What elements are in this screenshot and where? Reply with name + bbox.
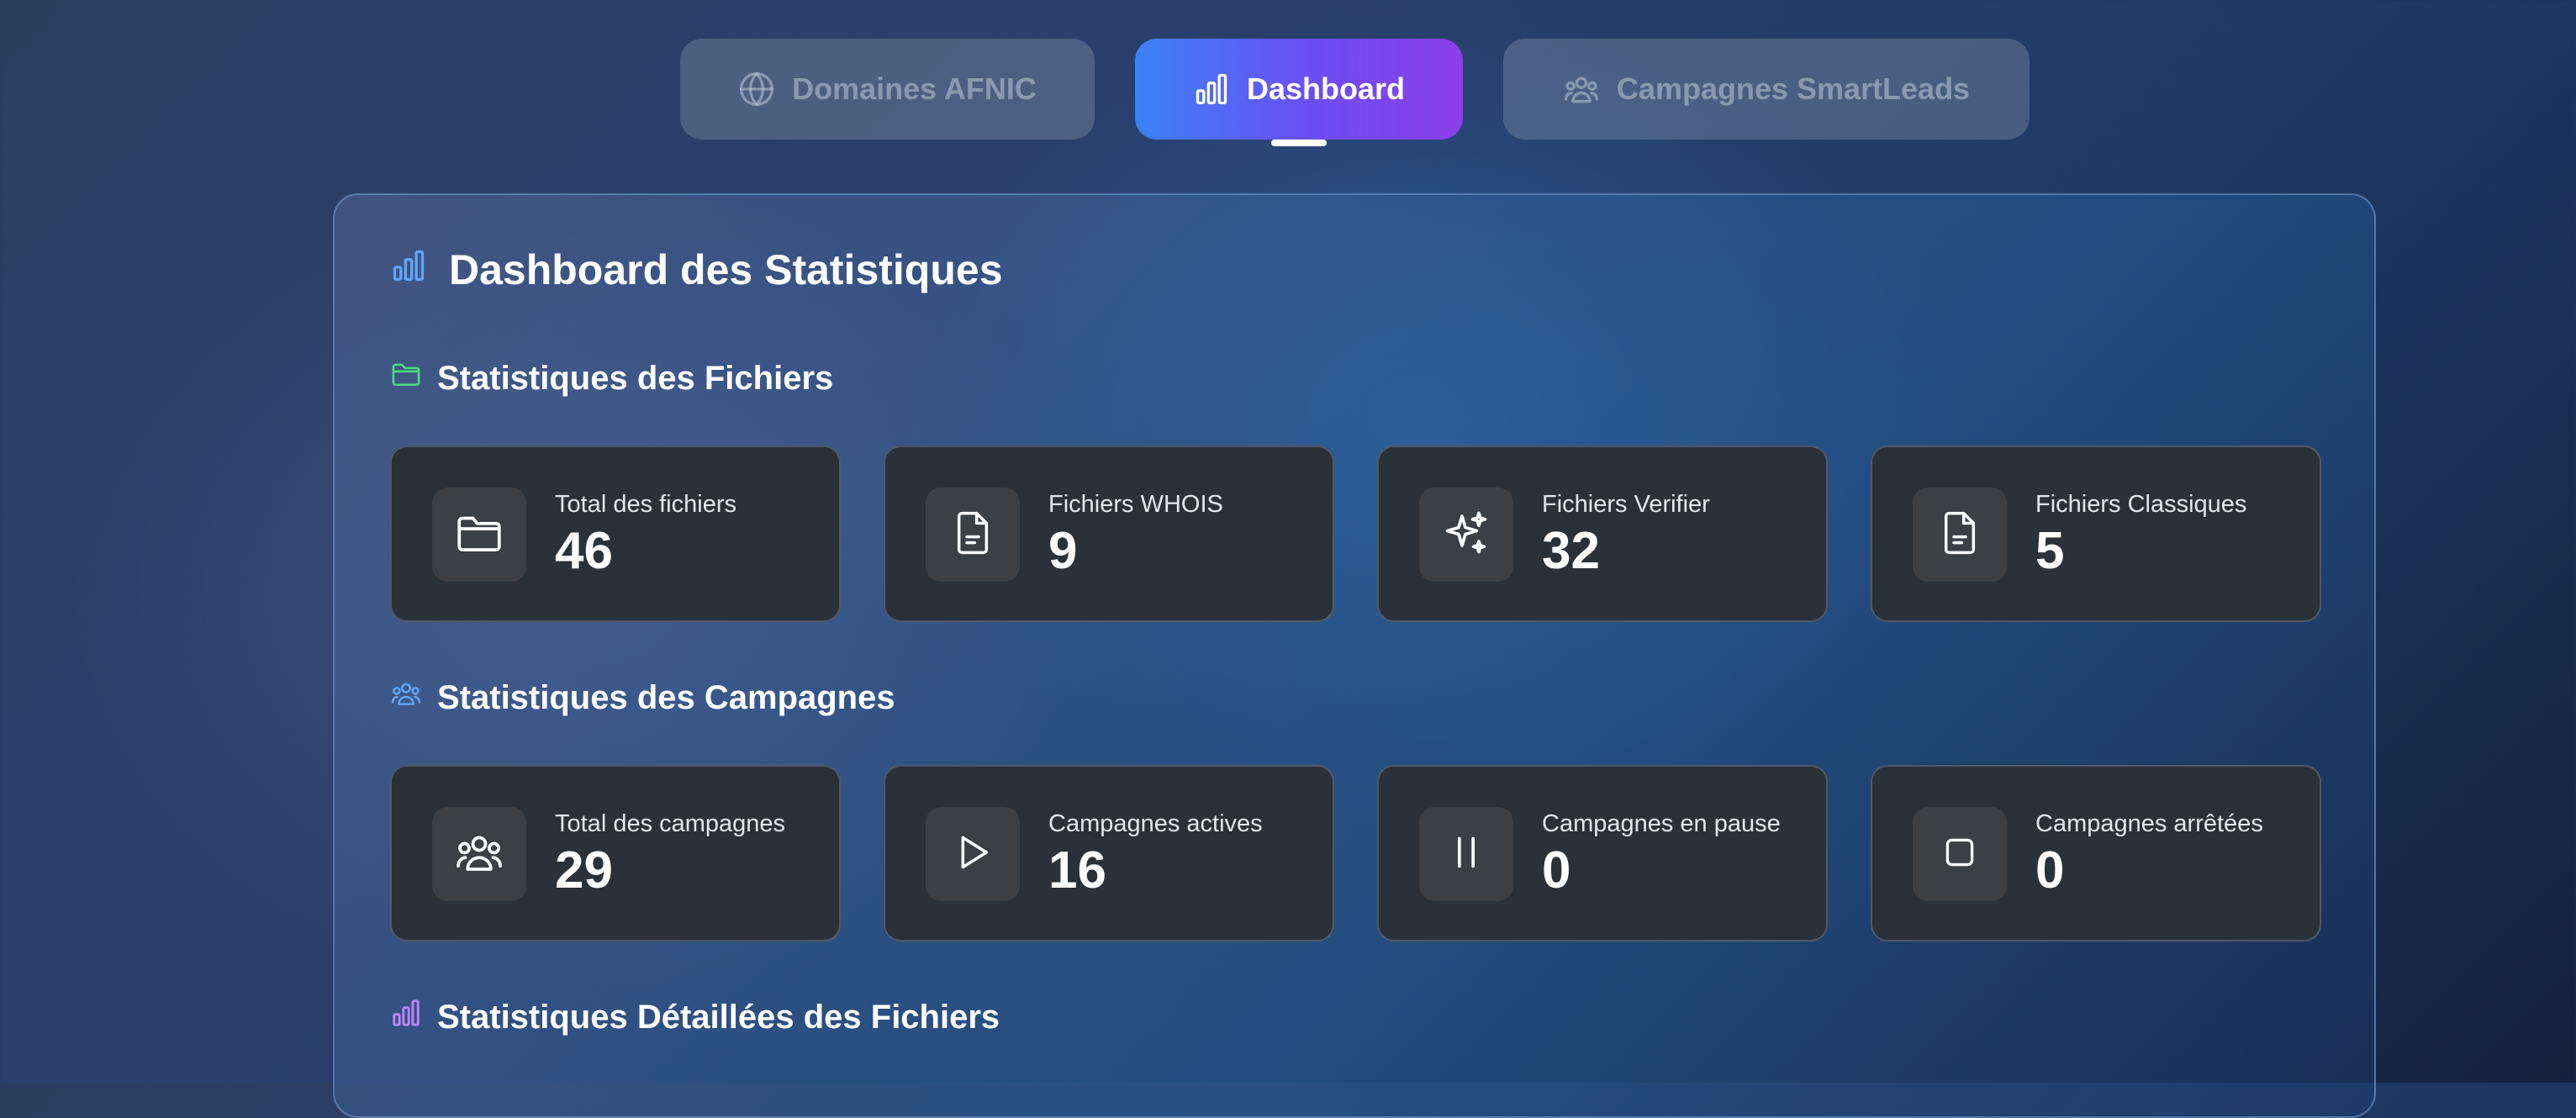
section-title-text: Statistiques Détaillées des Fichiers bbox=[437, 998, 1000, 1036]
stat-label: Fichiers Classiques bbox=[2035, 491, 2247, 518]
stat-value: 9 bbox=[1048, 522, 1078, 580]
stat-value: 0 bbox=[1542, 841, 1571, 899]
stat-value: 16 bbox=[1048, 841, 1106, 899]
stat-value: 46 bbox=[555, 522, 613, 580]
tab-campagnes-smartleads[interactable]: Campagnes SmartLeads bbox=[1503, 39, 2030, 140]
stat-value: 32 bbox=[1542, 522, 1600, 580]
stat-label: Campagnes en pause bbox=[1542, 810, 1781, 837]
campaigns-section-title: Statistiques des Campagnes bbox=[390, 678, 895, 718]
stat-card-total-campagnes: Total des campagnes 29 bbox=[390, 765, 841, 941]
files-section-title: Statistiques des Fichiers bbox=[390, 358, 833, 398]
stat-label: Campagnes arrêtées bbox=[2035, 810, 2263, 837]
sparkles-icon bbox=[1441, 508, 1491, 562]
page-title-text: Dashboard des Statistiques bbox=[449, 246, 1003, 293]
dashboard-panel: Dashboard des Statistiques Statistiques … bbox=[333, 193, 2376, 1118]
stat-label: Total des campagnes bbox=[555, 810, 786, 837]
users-icon bbox=[1563, 71, 1600, 108]
tab-domaines-afnic[interactable]: Domaines AFNIC bbox=[680, 39, 1095, 140]
stat-value: 0 bbox=[2035, 841, 2065, 899]
play-icon bbox=[949, 829, 996, 880]
bar-chart-icon bbox=[390, 245, 427, 294]
stat-label: Total des fichiers bbox=[555, 491, 736, 518]
bar-chart-icon bbox=[390, 997, 422, 1037]
tab-label: Campagnes SmartLeads bbox=[1616, 71, 1971, 106]
stat-card-campagnes-arretees: Campagnes arrêtées 0 bbox=[1871, 765, 2321, 941]
tab-label: Dashboard bbox=[1246, 71, 1406, 106]
section-title-text: Statistiques des Campagnes bbox=[437, 678, 895, 716]
stat-card-campagnes-en-pause: Campagnes en pause 0 bbox=[1377, 765, 1828, 941]
users-icon bbox=[390, 678, 422, 718]
stat-label: Campagnes actives bbox=[1048, 810, 1263, 837]
file-icon bbox=[949, 509, 996, 561]
stat-card-fichiers-whois: Fichiers WHOIS 9 bbox=[884, 446, 1334, 622]
stat-label: Fichiers WHOIS bbox=[1048, 491, 1223, 518]
tab-dashboard[interactable]: Dashboard bbox=[1135, 39, 1463, 140]
stat-card-campagnes-actives: Campagnes actives 16 bbox=[884, 765, 1334, 941]
section-title-text: Statistiques des Fichiers bbox=[437, 359, 834, 397]
pause-icon bbox=[1443, 829, 1490, 880]
stop-icon bbox=[1939, 831, 1981, 878]
stat-card-fichiers-classiques: Fichiers Classiques 5 bbox=[1871, 446, 2321, 622]
stat-value: 5 bbox=[2035, 522, 2065, 580]
bar-chart-icon bbox=[1193, 71, 1230, 108]
detailed-section-title: Statistiques Détaillées des Fichiers bbox=[390, 997, 1000, 1037]
folder-icon bbox=[390, 358, 422, 398]
stat-card-total-fichiers: Total des fichiers 46 bbox=[390, 446, 841, 622]
tab-label: Domaines AFNIC bbox=[792, 71, 1037, 106]
stat-card-fichiers-verifier: Fichiers Verifier 32 bbox=[1377, 446, 1828, 622]
stat-value: 29 bbox=[555, 841, 613, 899]
file-icon bbox=[1936, 509, 1983, 561]
folder-icon bbox=[454, 508, 504, 562]
page-title: Dashboard des Statistiques bbox=[390, 245, 1003, 294]
users-icon bbox=[454, 827, 504, 882]
globe-icon bbox=[738, 71, 775, 108]
active-tab-indicator bbox=[1271, 140, 1327, 146]
stat-label: Fichiers Verifier bbox=[1542, 491, 1710, 518]
